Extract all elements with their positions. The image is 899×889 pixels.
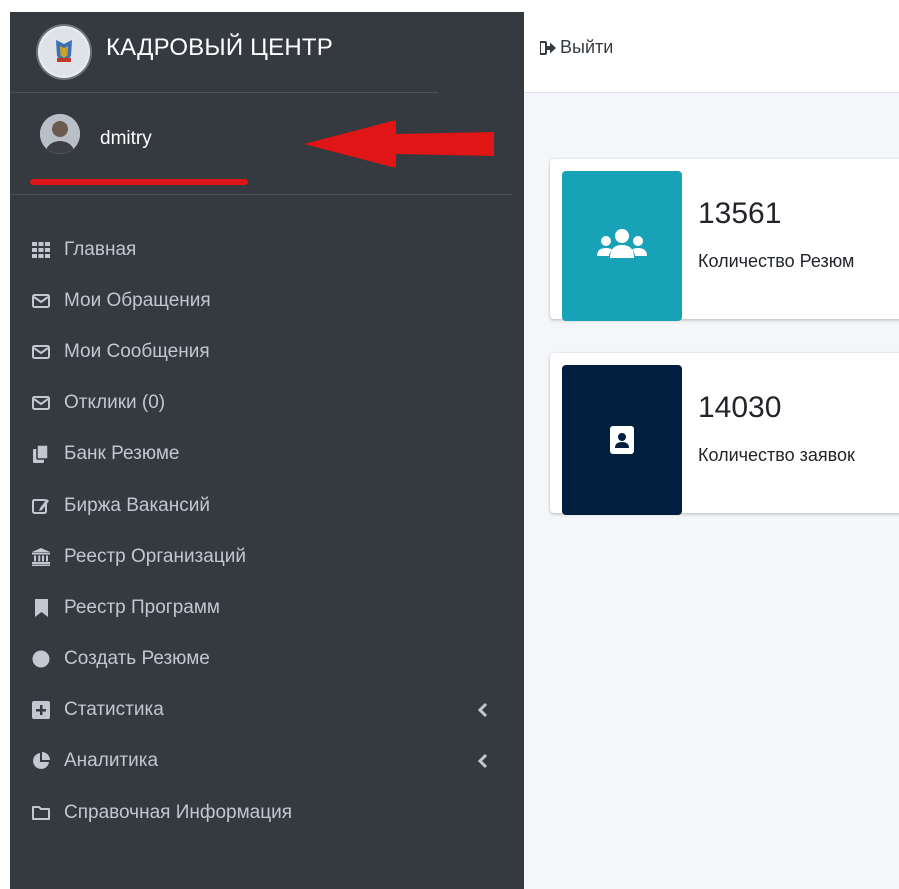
user-name[interactable]: dmitry	[100, 128, 152, 150]
user-panel: dmitry	[10, 92, 512, 195]
info-box-label: Количество Резюм	[698, 251, 855, 271]
top-navbar: Выйти	[524, 12, 899, 93]
envelope-icon	[30, 341, 52, 363]
sidebar-item-home[interactable]: Главная	[10, 224, 524, 275]
avatar[interactable]	[40, 114, 80, 154]
logout-label: Выйти	[560, 37, 614, 57]
envelope-icon	[30, 290, 52, 312]
sidebar-item-statistics[interactable]: Статистика	[10, 685, 524, 736]
university-icon	[30, 546, 52, 568]
sidebar-item-messages[interactable]: Мои Сообщения	[10, 326, 524, 377]
sidebar-item-label: Справочная Информация	[64, 801, 293, 823]
users-icon	[562, 171, 682, 321]
chevron-left-icon[interactable]	[475, 751, 491, 771]
sidebar-item-vacancies[interactable]: Биржа Вакансий	[10, 480, 524, 531]
sidebar-item-label: Аналитика	[64, 750, 159, 772]
sidebar-item-label: Реестр Программ	[64, 596, 220, 618]
sidebar-item-resume-bank[interactable]: Банк Резюме	[10, 429, 524, 480]
id-badge-icon	[562, 365, 682, 515]
emblem-logo-icon	[38, 26, 90, 78]
bookmark-icon	[30, 597, 52, 619]
sidebar-item-label: Биржа Вакансий	[64, 494, 210, 516]
main-content: 13561 Количество Резюм 14030 Количество …	[524, 93, 899, 889]
brand-link[interactable]: КАДРОВЫЙ ЦЕНТР	[10, 12, 438, 93]
logout-link[interactable]: Выйти	[540, 37, 613, 58]
sidebar-item-label: Создать Резюме	[64, 648, 210, 670]
pie-chart-icon	[30, 750, 52, 772]
sidebar-item-label: Мои Обращения	[64, 289, 211, 311]
sidebar-item-requests[interactable]: Мои Обращения	[10, 275, 524, 326]
sidebar-item-label: Мои Сообщения	[64, 340, 210, 362]
sidebar-item-label: Реестр Организаций	[64, 545, 246, 567]
annotation-underline	[30, 179, 248, 185]
sidebar-item-analytics[interactable]: Аналитика	[10, 736, 524, 787]
sidebar-item-create-resume[interactable]: Создать Резюме	[10, 634, 524, 685]
copy-icon	[30, 443, 52, 465]
edit-icon	[30, 495, 52, 517]
brand-title: КАДРОВЫЙ ЦЕНТР	[106, 34, 333, 61]
envelope-icon	[30, 392, 52, 414]
folder-icon	[30, 802, 52, 824]
circle-icon	[30, 648, 52, 670]
plus-square-icon	[30, 699, 52, 721]
sidebar-item-programs[interactable]: Реестр Программ	[10, 582, 524, 633]
grid-icon	[30, 239, 52, 261]
sidebar-item-responses[interactable]: Отклики (0)	[10, 378, 524, 429]
info-box-resumes[interactable]: 13561 Количество Резюм	[550, 159, 899, 321]
sign-out-icon	[540, 40, 556, 55]
annotation-arrow-icon	[304, 120, 494, 168]
info-box-number: 14030	[698, 391, 782, 424]
sidebar-item-organizations[interactable]: Реестр Организаций	[10, 531, 524, 582]
sidebar-item-label: Отклики (0)	[64, 392, 166, 414]
info-box-number: 13561	[698, 197, 782, 230]
info-box-label: Количество заявок	[698, 445, 855, 465]
sidebar-item-label: Банк Резюме	[64, 443, 180, 465]
sidebar-item-reference[interactable]: Справочная Информация	[10, 787, 524, 838]
sidebar-nav: Главная Мои Обращения Мои Сообщения Откл…	[10, 224, 524, 838]
sidebar: КАДРОВЫЙ ЦЕНТР dmitry Главная Мои Обраще…	[10, 12, 524, 889]
chevron-left-icon[interactable]	[475, 700, 491, 720]
sidebar-item-label: Главная	[64, 238, 137, 260]
sidebar-item-label: Статистика	[64, 699, 164, 721]
info-box-applications[interactable]: 14030 Количество заявок	[550, 353, 899, 515]
